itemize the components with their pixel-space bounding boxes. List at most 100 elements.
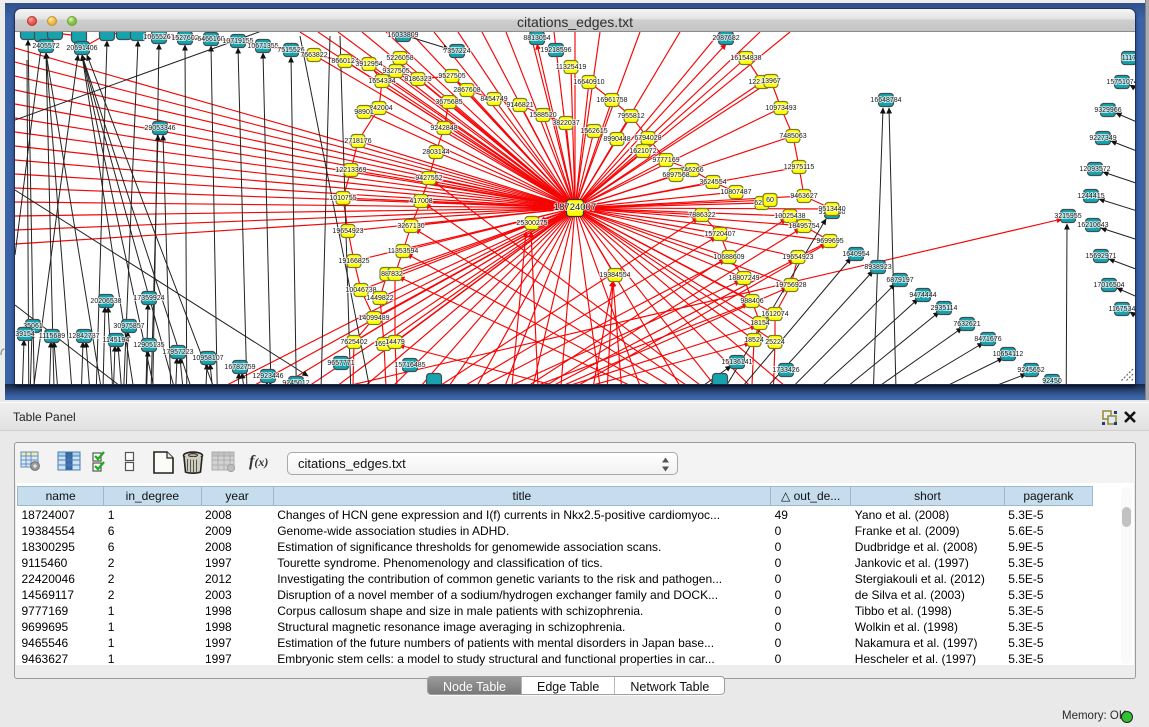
svg-text:19654923: 19654923 xyxy=(332,228,363,235)
svg-text:1621072: 1621072 xyxy=(629,148,656,155)
svg-text:1010755: 1010755 xyxy=(329,195,356,202)
svg-text:19384554: 19384554 xyxy=(599,272,630,279)
svg-text:7357224: 7357224 xyxy=(443,48,470,55)
svg-text:18495754: 18495754 xyxy=(788,223,819,230)
svg-text:14099489: 14099489 xyxy=(358,315,389,322)
svg-text:1654334: 1654334 xyxy=(368,78,395,85)
svg-text:9245012: 9245012 xyxy=(282,380,309,384)
svg-text:9245652: 9245652 xyxy=(1017,367,1044,374)
svg-text:8471676: 8471676 xyxy=(974,336,1001,343)
svg-text:9463627: 9463627 xyxy=(790,193,817,200)
svg-text:7632621: 7632621 xyxy=(953,321,980,328)
svg-text:1733426: 1733426 xyxy=(772,367,799,374)
svg-text:2087682: 2087682 xyxy=(712,35,739,42)
svg-text:16782759: 16782759 xyxy=(224,364,255,371)
svg-text:15716485: 15716485 xyxy=(394,362,425,369)
svg-text:8186323: 8186323 xyxy=(404,76,431,83)
svg-text:9699695: 9699695 xyxy=(816,238,843,245)
svg-text:10671355: 10671355 xyxy=(247,43,278,50)
svg-text:17957223: 17957223 xyxy=(162,349,193,356)
svg-text:12905135: 12905135 xyxy=(133,342,164,349)
svg-text:5226058: 5226058 xyxy=(386,55,413,62)
svg-text:1115689: 1115689 xyxy=(39,333,65,340)
svg-text:3912954: 3912954 xyxy=(355,61,382,68)
svg-text:92450: 92450 xyxy=(1042,378,1062,384)
svg-text:39154: 39154 xyxy=(15,331,35,338)
svg-text:9513440: 9513440 xyxy=(818,206,845,213)
svg-text:9657771: 9657771 xyxy=(327,360,354,367)
svg-text:19654923: 19654923 xyxy=(782,254,813,261)
svg-text:20691406: 20691406 xyxy=(66,45,97,52)
svg-text:11353594: 11353594 xyxy=(388,248,419,255)
svg-text:11325419: 11325419 xyxy=(556,64,587,71)
svg-text:18524: 18524 xyxy=(744,337,764,344)
svg-text:98901: 98901 xyxy=(354,109,374,116)
svg-text:9329966: 9329966 xyxy=(1094,107,1121,114)
svg-text:6466160: 6466160 xyxy=(197,36,224,43)
svg-text:30975857: 30975857 xyxy=(113,323,144,330)
svg-text:8454749: 8454749 xyxy=(480,96,507,103)
svg-text:7886322: 7886322 xyxy=(688,212,715,219)
svg-text:29053346: 29053346 xyxy=(144,125,175,132)
svg-text:6794028: 6794028 xyxy=(634,135,661,142)
svg-text:3675685: 3675685 xyxy=(435,99,462,106)
svg-text:1588520: 1588520 xyxy=(529,112,556,119)
svg-text:2867608: 2867608 xyxy=(453,87,480,94)
svg-text:15751074: 15751074 xyxy=(1106,79,1135,86)
svg-text:10807487: 10807487 xyxy=(720,189,751,196)
svg-text:12923446: 12923446 xyxy=(252,373,283,380)
svg-text:18724007: 18724007 xyxy=(554,202,596,213)
svg-text:12093572: 12093572 xyxy=(1079,166,1110,173)
svg-text:1527602: 1527602 xyxy=(171,35,198,42)
svg-text:6897568: 6897568 xyxy=(662,172,689,179)
svg-text:9242848: 9242848 xyxy=(430,125,457,132)
svg-text:2718176: 2718176 xyxy=(344,138,371,145)
svg-text:8938923: 8938923 xyxy=(864,264,891,271)
svg-text:7485063: 7485063 xyxy=(779,133,806,140)
svg-text:3624554: 3624554 xyxy=(699,179,726,186)
svg-text:417008: 417008 xyxy=(409,198,432,205)
svg-text:2935114: 2935114 xyxy=(931,305,958,312)
svg-text:7955812: 7955812 xyxy=(617,113,644,120)
svg-text:9427552: 9427552 xyxy=(415,175,442,182)
svg-text:3215955: 3215955 xyxy=(1054,213,1081,220)
svg-text:7625402: 7625402 xyxy=(340,339,367,346)
svg-text:14479: 14479 xyxy=(385,339,405,346)
svg-text:1612074: 1612074 xyxy=(761,311,788,318)
svg-text:19166825: 19166825 xyxy=(338,258,369,265)
svg-text:15720407: 15720407 xyxy=(704,231,735,238)
svg-text:10655267: 10655267 xyxy=(143,34,174,41)
svg-text:9527505: 9527505 xyxy=(438,73,465,80)
svg-text:9327505: 9327505 xyxy=(382,68,409,75)
svg-text:25224: 25224 xyxy=(765,339,785,346)
svg-text:9146821: 9146821 xyxy=(506,102,533,109)
svg-text:18154: 18154 xyxy=(750,320,770,327)
svg-text:12842737: 12842737 xyxy=(68,333,99,340)
svg-text:7832: 7832 xyxy=(387,271,403,278)
svg-text:15136141: 15136141 xyxy=(721,359,752,366)
svg-text:16648784: 16648784 xyxy=(870,97,901,104)
svg-text:25300275: 25300275 xyxy=(516,220,547,227)
svg-text:1145194: 1145194 xyxy=(103,337,130,344)
svg-text:19218596: 19218596 xyxy=(540,47,571,54)
svg-text:1244415: 1244415 xyxy=(1077,193,1104,200)
svg-text:1449822: 1449822 xyxy=(366,295,393,302)
svg-text:1562615: 1562615 xyxy=(580,128,607,135)
svg-text:10973493: 10973493 xyxy=(765,105,796,112)
svg-text:10688609: 10688609 xyxy=(713,254,744,261)
svg-text:13967: 13967 xyxy=(761,78,781,85)
svg-text:6879197: 6879197 xyxy=(886,277,913,284)
svg-text:9474444: 9474444 xyxy=(909,292,936,299)
svg-text:12975115: 12975115 xyxy=(784,164,815,171)
svg-text:988406: 988406 xyxy=(740,298,763,305)
svg-text:8990448: 8990448 xyxy=(603,136,630,143)
svg-text:2803144: 2803144 xyxy=(422,149,449,156)
svg-text:18807249: 18807249 xyxy=(728,275,759,282)
svg-text:10958107: 10958107 xyxy=(192,355,223,362)
svg-text:3822037: 3822037 xyxy=(552,120,579,127)
svg-text:9227349: 9227349 xyxy=(1089,135,1116,142)
svg-text:10654112: 10654112 xyxy=(993,351,1024,358)
svg-text:9777169: 9777169 xyxy=(652,157,679,164)
svg-text:7663822: 7663822 xyxy=(300,52,327,59)
svg-text:1640954: 1640954 xyxy=(842,251,869,258)
